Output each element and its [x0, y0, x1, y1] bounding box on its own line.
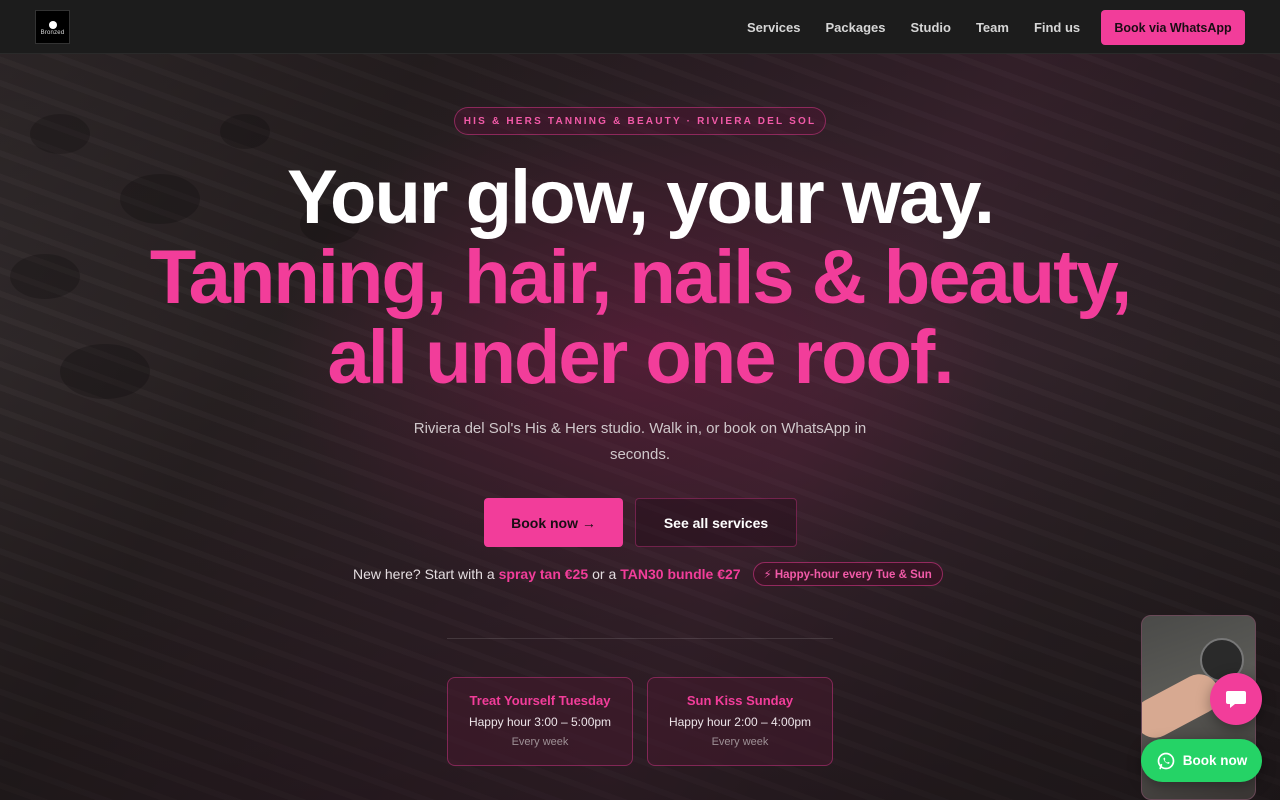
nav-link-team[interactable]: Team	[976, 20, 1009, 35]
nav-link-studio[interactable]: Studio	[911, 20, 951, 35]
hero-section: HIS & HERS TANNING & BEAUTY · RIVIERA DE…	[0, 54, 1280, 800]
brand-logo[interactable]: Bronzed	[35, 10, 70, 44]
sun-icon	[46, 19, 60, 29]
happy-hour-card-tuesday: Treat Yourself Tuesday Happy hour 3:00 –…	[447, 677, 633, 766]
brand-logo-text: Bronzed	[40, 29, 65, 36]
chat-bubble-icon	[1226, 691, 1246, 708]
card-hours: Happy hour 3:00 – 5:00pm	[468, 715, 612, 729]
card-frequency: Every week	[711, 736, 769, 748]
happy-hour-badge: ⚡ Happy-hour every Tue & Sun	[752, 562, 943, 586]
section-divider	[447, 638, 833, 639]
card-frequency: Every week	[511, 736, 569, 748]
tan30-bundle-offer-link[interactable]: TAN30 bundle €27	[620, 566, 740, 582]
hero-headline: Your glow, your way.	[286, 155, 995, 240]
offer-middle: or a	[592, 566, 617, 582]
card-hours: Happy hour 2:00 – 4:00pm	[668, 715, 812, 729]
happy-hour-card-sunday: Sun Kiss Sunday Happy hour 2:00 – 4:00pm…	[647, 677, 833, 766]
nav-link-packages[interactable]: Packages	[826, 20, 886, 35]
hero-eyebrow: HIS & HERS TANNING & BEAUTY · RIVIERA DE…	[454, 107, 826, 135]
hero-subheadline: Tanning, hair, nails & beauty, all under…	[149, 235, 1132, 400]
card-title: Treat Yourself Tuesday	[469, 693, 611, 708]
nav-link-services[interactable]: Services	[747, 20, 801, 35]
whatsapp-book-now-label: Book now	[1182, 753, 1248, 768]
chat-bubble-button[interactable]	[1210, 673, 1262, 725]
hero-description: Riviera del Sol's His & Hers studio. Wal…	[413, 420, 867, 463]
nav-link-find-us[interactable]: Find us	[1034, 20, 1080, 35]
nav-links: Services Packages Studio Team Find us	[747, 0, 1080, 54]
top-navbar: Bronzed Services Packages Studio Team Fi…	[0, 0, 1280, 54]
new-customer-offer: New here? Start with a spray tan €25 or …	[353, 562, 943, 586]
book-via-whatsapp-button[interactable]: Book via WhatsApp	[1101, 10, 1245, 45]
book-now-button[interactable]: Book now →	[484, 498, 623, 547]
offer-prefix: New here? Start with a	[353, 566, 495, 582]
whatsapp-icon	[1157, 752, 1175, 769]
card-title: Sun Kiss Sunday	[686, 693, 794, 708]
whatsapp-book-now-button[interactable]: Book now	[1141, 739, 1262, 782]
see-all-services-button[interactable]: See all services	[635, 498, 797, 547]
spray-tan-offer-link[interactable]: spray tan €25	[499, 566, 589, 582]
